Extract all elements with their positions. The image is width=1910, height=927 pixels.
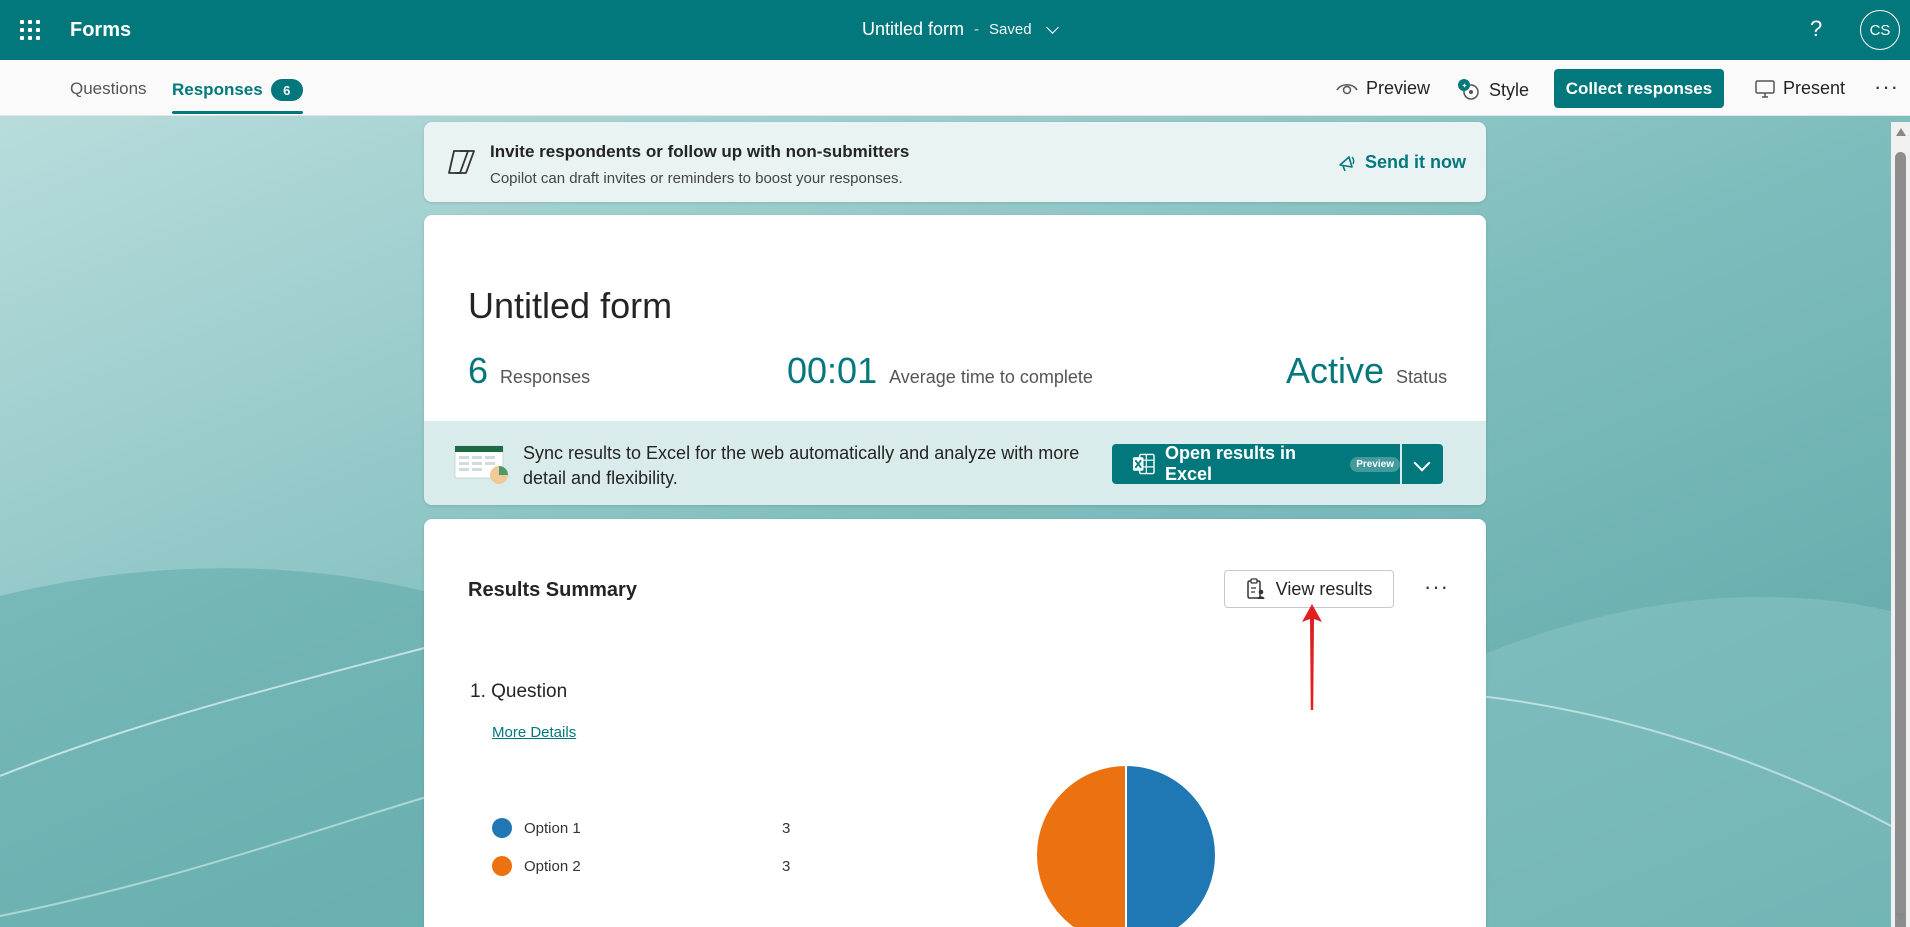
avatar[interactable]: CS — [1860, 10, 1900, 50]
results-summary-title: Results Summary — [468, 579, 637, 601]
excel-icon — [1132, 453, 1155, 475]
legend-item: Option 2 3 — [492, 856, 790, 876]
legend-label: Option 2 — [524, 857, 581, 875]
open-results-in-excel-label: Open results in Excel — [1164, 443, 1296, 484]
pie-slice-option-2[interactable] — [1035, 763, 1127, 927]
palette-icon: ✦ — [1458, 79, 1479, 100]
style-label: Style — [1489, 79, 1530, 100]
excel-options-dropdown[interactable] — [1402, 444, 1443, 484]
average-time-stat: 00:01 Average time to complete — [787, 350, 1093, 392]
megaphone-icon — [1339, 155, 1355, 171]
preview-button[interactable]: Preview — [1336, 78, 1430, 99]
results-summary-card: Results Summary View results ··· 1. Ques… — [424, 519, 1486, 927]
tab-responses-label: Responses — [172, 80, 263, 99]
eye-icon — [1336, 83, 1358, 94]
form-summary-card: Untitled form 6 Responses 00:01 Average … — [424, 215, 1486, 505]
style-button[interactable]: ✦ Style — [1455, 78, 1529, 102]
tab-responses[interactable]: Responses 6 — [172, 79, 303, 114]
copilot-heading: Invite respondents or follow up with non… — [490, 142, 910, 161]
form-title: Untitled form — [862, 19, 965, 39]
copilot-subtext: Copilot can draft invites or reminders t… — [490, 170, 903, 187]
legend-label: Option 1 — [524, 819, 581, 837]
chevron-down-icon — [1413, 454, 1431, 472]
app-header: Forms Untitled form - Saved ? CS — [0, 0, 1910, 60]
preview-label: Preview — [1366, 78, 1431, 98]
legend-swatch — [492, 856, 512, 876]
scroll-down-arrow-icon[interactable] — [1896, 913, 1906, 921]
clipboard-person-icon — [1246, 578, 1265, 599]
help-button[interactable]: ? — [1810, 16, 1822, 42]
excel-sync-band: Sync results to Excel for the web automa… — [424, 421, 1486, 505]
responses-stat: 6 Responses — [468, 350, 590, 392]
annotation-arrow-icon — [1302, 604, 1322, 710]
average-time-value: 00:01 — [787, 350, 878, 391]
copilot-banner: Invite respondents or follow up with non… — [424, 122, 1486, 202]
scrollbar-thumb[interactable] — [1895, 152, 1906, 927]
app-name[interactable]: Forms — [70, 19, 131, 42]
page-scrollbar[interactable] — [1891, 122, 1910, 927]
page-title: Untitled form — [468, 285, 673, 326]
present-label: Present — [1783, 78, 1846, 98]
view-results-button[interactable]: View results — [1224, 570, 1394, 608]
responses-number: 6 — [468, 350, 489, 391]
send-it-now-button[interactable]: Send it now — [1337, 152, 1466, 173]
legend-count: 3 — [782, 857, 791, 875]
status-stat: Active Status — [1286, 350, 1447, 392]
spreadsheet-illustration-icon — [454, 445, 508, 484]
tab-questions[interactable]: Questions — [70, 79, 147, 99]
status-label: Status — [1396, 367, 1448, 387]
excel-sync-text: Sync results to Excel for the web automa… — [523, 443, 1080, 488]
legend-item: Option 1 3 — [492, 818, 790, 838]
form-title-menu[interactable]: Untitled form - Saved — [862, 19, 1059, 40]
responses-count-badge: 6 — [270, 79, 303, 101]
more-options-icon[interactable]: ··· — [1424, 574, 1449, 600]
pie-slice-option-1[interactable] — [1125, 763, 1217, 927]
average-time-label: Average time to complete — [889, 367, 1093, 387]
legend-swatch — [492, 818, 512, 838]
monitor-icon — [1755, 79, 1775, 98]
open-results-in-excel-button[interactable]: Open results in Excel Preview — [1112, 443, 1400, 484]
collect-responses-button[interactable]: Collect responses — [1554, 69, 1724, 108]
more-options-icon[interactable]: ··· — [1874, 74, 1899, 100]
svg-text:✦: ✦ — [1462, 82, 1468, 90]
view-results-label: View results — [1275, 578, 1373, 599]
status-value: Active — [1286, 350, 1385, 391]
legend-count: 3 — [782, 819, 791, 837]
send-it-now-label: Send it now — [1365, 152, 1466, 172]
more-details-link[interactable]: More Details — [492, 724, 576, 741]
responses-label: Responses — [500, 367, 591, 387]
preview-pill: Preview — [1350, 456, 1400, 472]
app-launcher-icon[interactable] — [18, 18, 42, 42]
results-pie-chart — [1035, 763, 1217, 927]
title-separator: - — [974, 21, 980, 38]
chevron-down-icon — [1045, 20, 1059, 34]
present-button[interactable]: Present — [1755, 78, 1845, 99]
question-title: 1. Question — [470, 681, 568, 702]
scroll-up-arrow-icon[interactable] — [1896, 128, 1906, 136]
save-status: Saved — [989, 21, 1032, 38]
copilot-icon — [448, 150, 475, 174]
